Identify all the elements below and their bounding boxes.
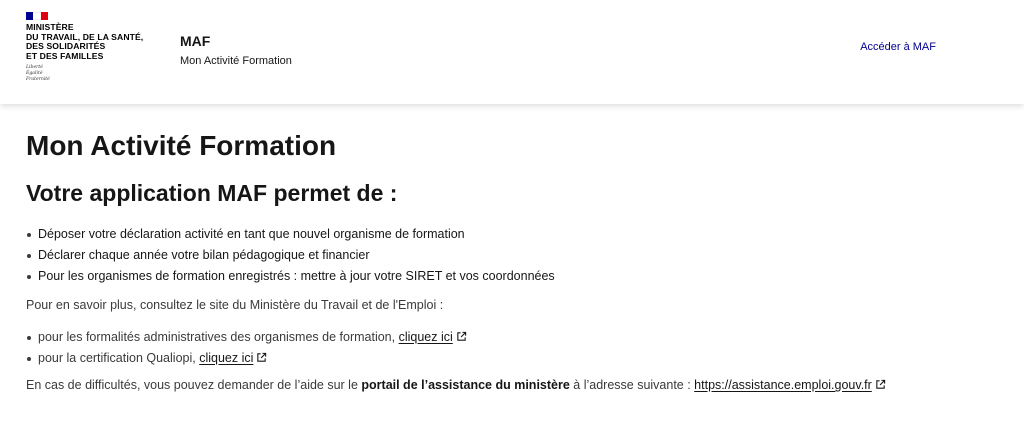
ministry-name: MINISTÈRE DU TRAVAIL, DE LA SANTÉ, DES S… (26, 22, 166, 61)
help-text: En cas de difficultés, vous pouvez deman… (26, 378, 362, 392)
site-header: MINISTÈRE DU TRAVAIL, DE LA SANTÉ, DES S… (0, 0, 1024, 104)
republic-motto: Liberté Égalité Fraternité (26, 65, 166, 82)
info-paragraph: Pour en savoir plus, consultez le site d… (26, 298, 444, 312)
motto-line: Fraternité (26, 76, 50, 82)
list-item: Déposer votre déclaration activité en ta… (26, 224, 1006, 245)
formalites-link[interactable]: cliquez ici (399, 330, 467, 344)
external-link-icon (876, 379, 885, 389)
external-link-icon (257, 352, 267, 362)
service-branding[interactable]: MAF Mon Activité Formation (180, 33, 292, 68)
link-label: https://assistance.emploi.gouv.fr (694, 378, 872, 392)
list-item: pour la certification Qualiopi, cliquez … (26, 348, 1006, 369)
ministry-line: ET DES FAMILLES (26, 50, 104, 61)
access-maf-link[interactable]: Accéder à MAF (860, 41, 936, 53)
list-item: Déclarer chaque année votre bilan pédago… (26, 245, 1006, 266)
assistance-link[interactable]: https://assistance.emploi.gouv.fr (694, 378, 886, 392)
page-title: Mon Activité Formation (26, 130, 337, 161)
external-link-icon (457, 331, 466, 341)
list-item: pour les formalités administratives des … (26, 327, 1006, 348)
ministry-logo[interactable]: MINISTÈRE DU TRAVAIL, DE LA SANTÉ, DES S… (26, 12, 166, 83)
french-flag-icon (26, 12, 48, 20)
resource-links-list: pour les formalités administratives des … (26, 327, 1006, 369)
help-portal-name: portail de l’assistance du ministère (361, 378, 570, 392)
link-label: cliquez ici (398, 330, 453, 344)
list-item: Pour les organismes de formation enregis… (26, 266, 1006, 287)
main-content: Mon Activité Formation Votre application… (26, 128, 1006, 395)
qualiopi-link[interactable]: cliquez ici (199, 351, 267, 365)
service-title: MAF (180, 33, 211, 49)
section-subtitle: Votre application MAF permet de : (26, 180, 398, 206)
service-tagline: Mon Activité Formation (180, 55, 292, 67)
help-text: à l’adresse suivante : (569, 378, 695, 392)
link-label: cliquez ici (199, 351, 254, 365)
help-paragraph: En cas de difficultés, vous pouvez deman… (26, 375, 1006, 395)
feature-list: Déposer votre déclaration activité en ta… (26, 224, 1006, 287)
list-item-text: pour les formalités administratives des … (38, 330, 399, 344)
list-item-text: pour la certification Qualiopi, (38, 351, 200, 365)
